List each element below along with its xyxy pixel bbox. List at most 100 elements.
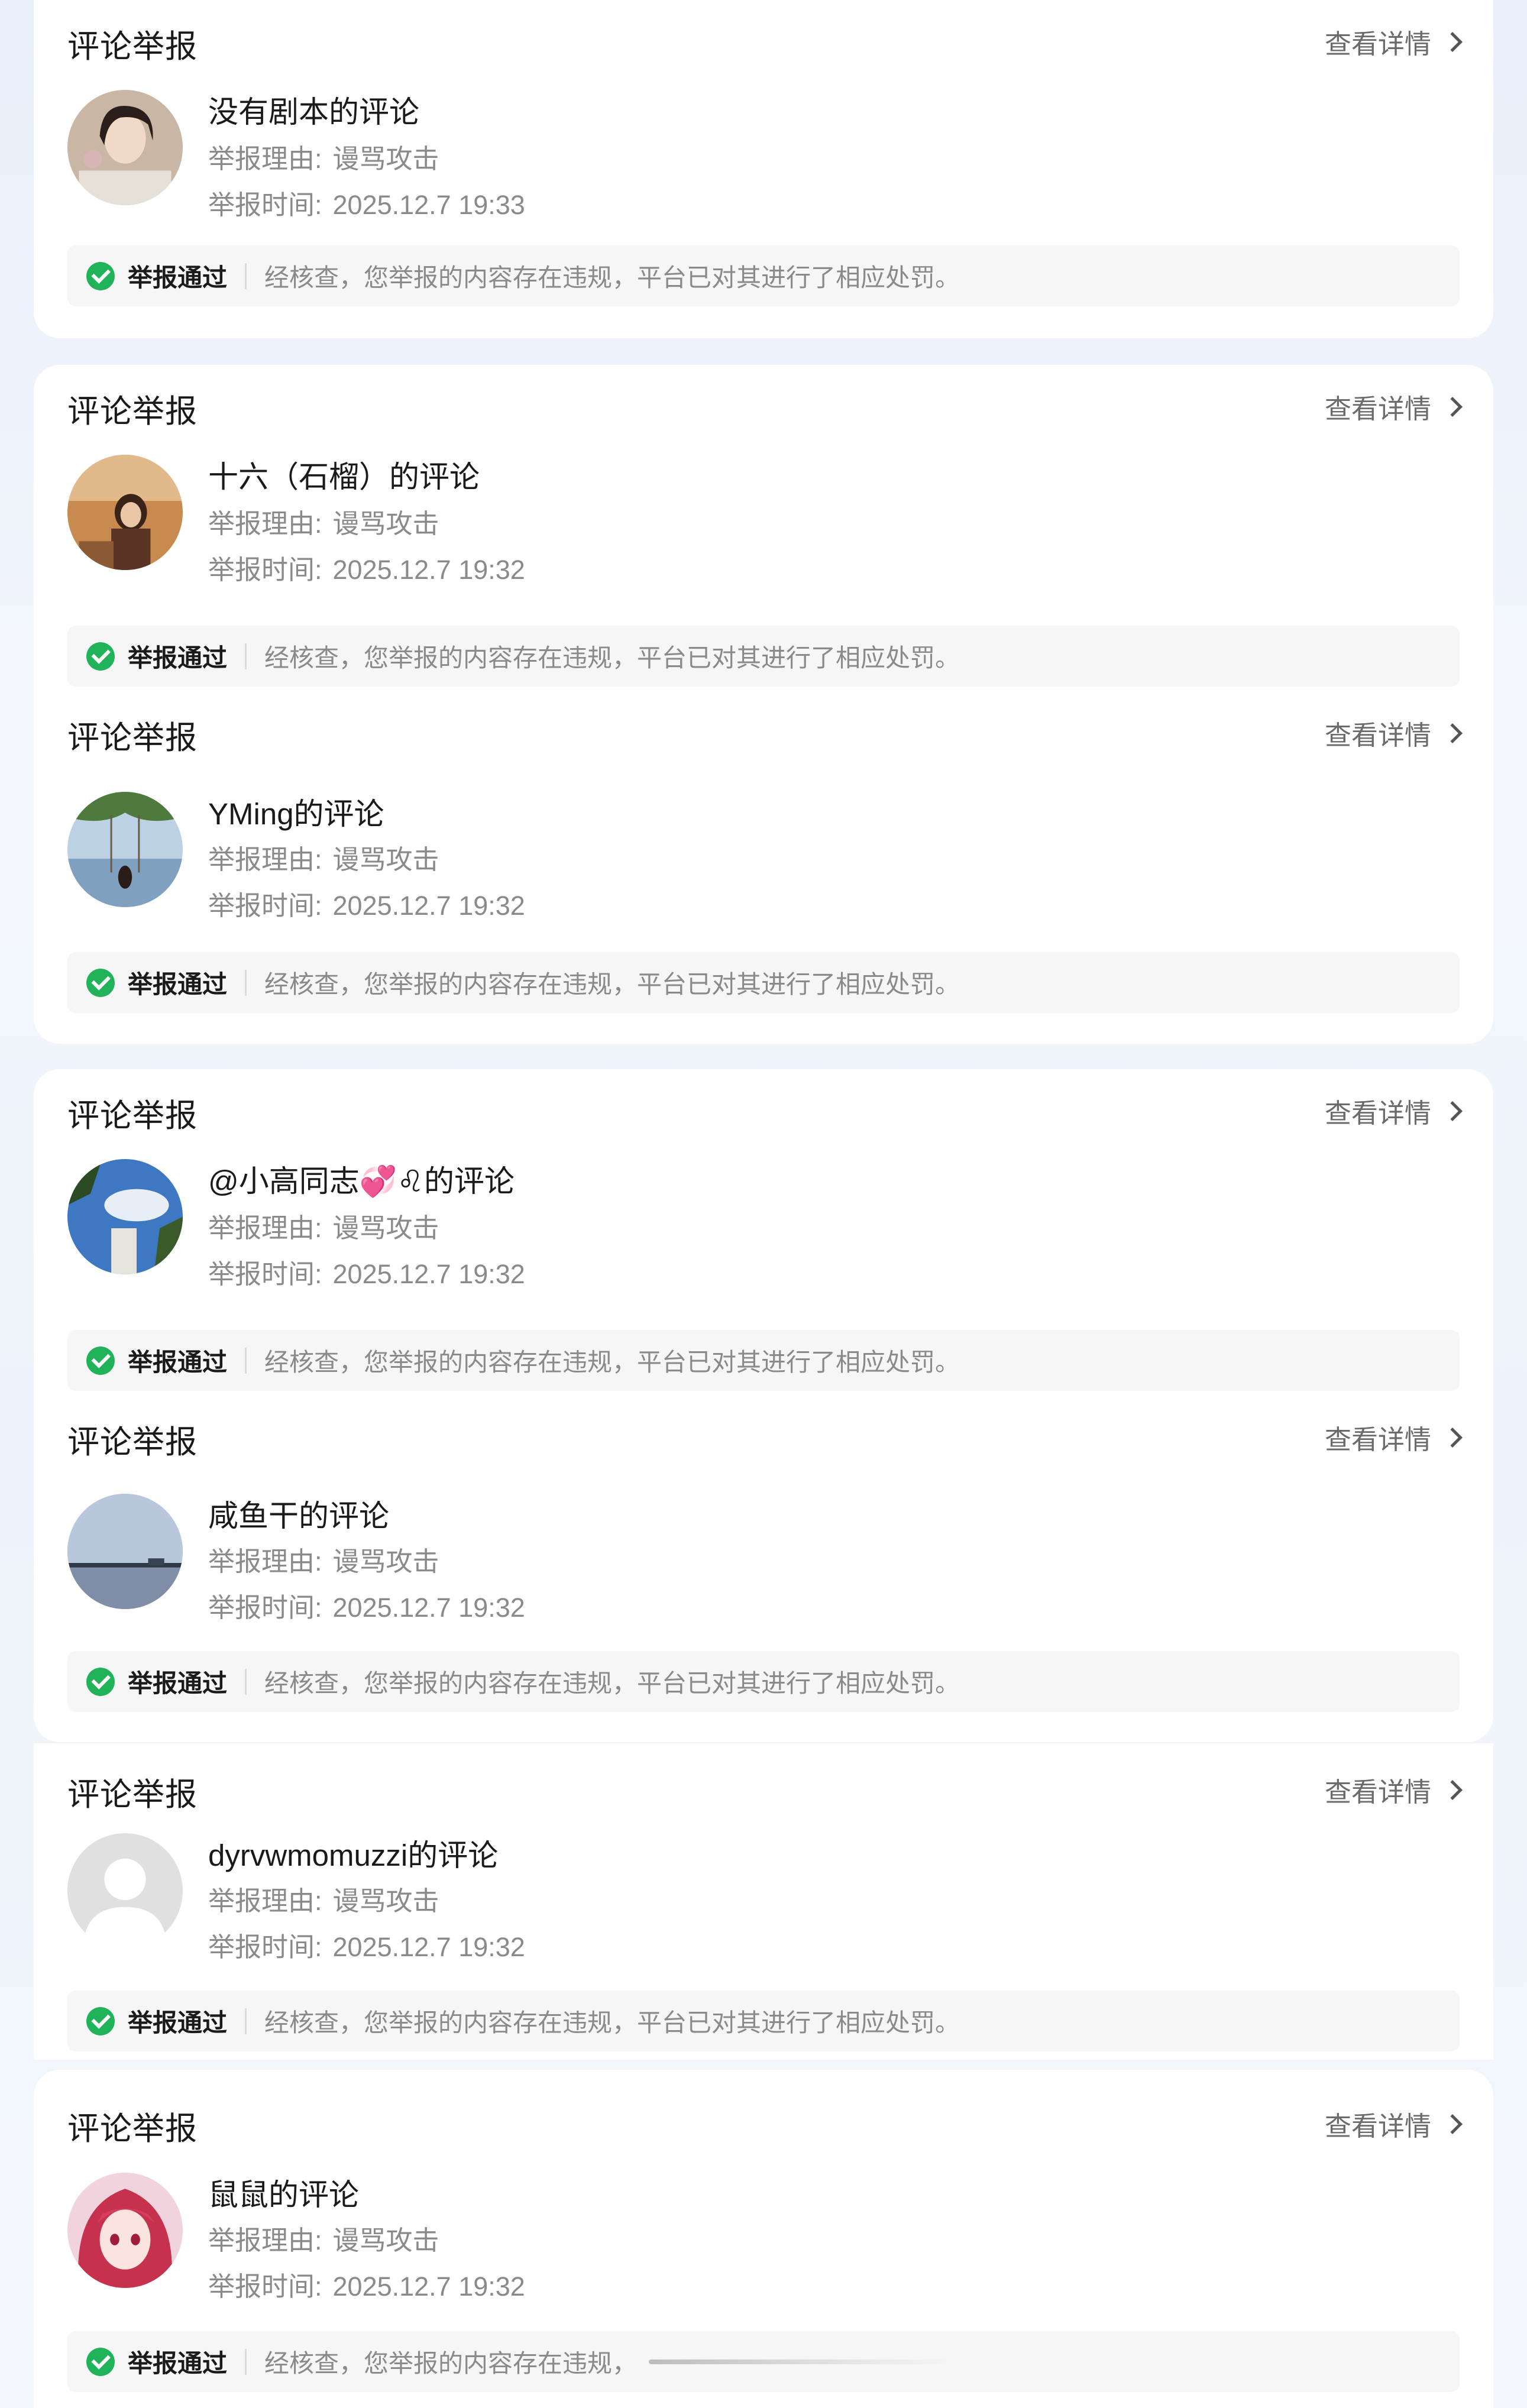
reported-user-name: 十六（石榴）的评论 bbox=[208, 460, 480, 494]
divider bbox=[245, 2348, 247, 2375]
view-details-label: 查看详情 bbox=[1324, 2111, 1431, 2141]
reported-user-name: @小高同志💞♌的评论 bbox=[208, 1164, 515, 1198]
view-details-label: 查看详情 bbox=[1324, 29, 1431, 59]
reason-label: 举报理由: bbox=[208, 2225, 322, 2255]
divider bbox=[245, 1668, 247, 1695]
time-value: 2025.12.7 19:32 bbox=[332, 1259, 525, 1289]
reported-user-name: 鼠鼠的评论 bbox=[208, 2178, 360, 2212]
report-time-row: 举报时间: 2025.12.7 19:32 bbox=[208, 884, 525, 923]
view-details-label: 查看详情 bbox=[1324, 720, 1431, 750]
anime-girl-avatar-icon[interactable] bbox=[67, 2173, 183, 2288]
status-label: 举报通过 bbox=[128, 2349, 228, 2377]
view-details-link[interactable]: 查看详情 bbox=[1324, 387, 1463, 426]
sky-building-avatar-icon[interactable] bbox=[67, 1159, 183, 1274]
status-bar: 举报通过 经核查，您举报的内容存在违规，平台已对其进行了相应处罚。 bbox=[67, 1651, 1460, 1712]
status-bar: 举报通过 经核查，您举报的内容存在违规， bbox=[67, 2331, 1460, 2392]
time-value: 2025.12.7 19:32 bbox=[332, 1932, 525, 1962]
view-details-link[interactable]: 查看详情 bbox=[1324, 2105, 1463, 2143]
time-value: 2025.12.7 19:33 bbox=[332, 190, 525, 220]
time-value: 2025.12.7 19:32 bbox=[332, 1593, 525, 1623]
check-circle-icon bbox=[86, 261, 115, 290]
report-card: 评论举报 查看详情 @小高同志💞♌的评论 举报理由: 谩骂攻击 举报时间: 2025… bbox=[34, 1069, 1493, 1742]
report-card: 评论举报 查看详情 没有剧本的评论 举报理由: 谩骂攻击 举报时间: 2025.12… bbox=[34, 0, 1493, 338]
status-label: 举报通过 bbox=[128, 1669, 228, 1697]
reported-user-name: 没有剧本的评论 bbox=[208, 95, 420, 129]
reason-label: 举报理由: bbox=[208, 144, 322, 174]
report-reason-row: 举报理由: 谩骂攻击 bbox=[208, 137, 439, 176]
status-bar: 举报通过 经核查，您举报的内容存在违规，平台已对其进行了相应处罚。 bbox=[67, 952, 1460, 1013]
view-details-label: 查看详情 bbox=[1324, 1777, 1431, 1807]
report-time-row: 举报时间: 2025.12.7 19:32 bbox=[208, 548, 525, 587]
chevron-right-icon bbox=[1442, 2114, 1463, 2134]
view-details-label: 查看详情 bbox=[1324, 1098, 1431, 1128]
status-text: 经核查，您举报的内容存在违规，平台已对其进行了相应处罚。 bbox=[264, 644, 960, 672]
time-label: 举报时间: bbox=[208, 1932, 322, 1962]
reason-value: 谩骂攻击 bbox=[332, 2225, 439, 2255]
view-details-label: 查看详情 bbox=[1324, 394, 1431, 424]
status-label: 举报通过 bbox=[128, 264, 228, 292]
check-circle-icon bbox=[86, 2347, 115, 2376]
reason-label: 举报理由: bbox=[208, 1213, 322, 1243]
check-circle-icon bbox=[86, 1346, 115, 1375]
divider bbox=[245, 1347, 247, 1374]
status-text: 经核查，您举报的内容存在违规，平台已对其进行了相应处罚。 bbox=[264, 1348, 960, 1376]
divider bbox=[245, 969, 247, 996]
reason-label: 举报理由: bbox=[208, 509, 322, 539]
status-text: 经核查，您举报的内容存在违规，平台已对其进行了相应处罚。 bbox=[264, 1669, 960, 1697]
status-text: 经核查，您举报的内容存在违规，平台已对其进行了相应处罚。 bbox=[264, 970, 960, 998]
reported-user-name: 咸鱼干的评论 bbox=[208, 1499, 390, 1533]
lake-horizon-avatar-icon[interactable] bbox=[67, 1494, 183, 1609]
reason-label: 举报理由: bbox=[208, 1886, 322, 1916]
time-label: 举报时间: bbox=[208, 891, 322, 921]
reason-value: 谩骂攻击 bbox=[332, 1886, 439, 1916]
check-circle-icon bbox=[86, 1667, 115, 1696]
time-label: 举报时间: bbox=[208, 1259, 322, 1289]
card-title: 评论举报 bbox=[67, 1425, 198, 1460]
reported-user-name: dyrvwmomuzzi的评论 bbox=[208, 1839, 499, 1872]
reason-value: 谩骂攻击 bbox=[332, 1213, 439, 1243]
report-reason-row: 举报理由: 谩骂攻击 bbox=[208, 2219, 439, 2257]
report-reason-row: 举报理由: 谩骂攻击 bbox=[208, 502, 439, 540]
reason-value: 谩骂攻击 bbox=[332, 844, 439, 875]
status-text: 经核查，您举报的内容存在违规，平台已对其进行了相应处罚。 bbox=[264, 264, 960, 292]
time-label: 举报时间: bbox=[208, 1593, 322, 1623]
view-details-link[interactable]: 查看详情 bbox=[1324, 22, 1463, 61]
divider bbox=[245, 2008, 247, 2034]
view-details-link[interactable]: 查看详情 bbox=[1324, 1092, 1463, 1130]
status-text: 经核查，您举报的内容存在违规，平台已对其进行了相应处罚。 bbox=[264, 2009, 960, 2037]
chevron-right-icon bbox=[1442, 1427, 1463, 1448]
report-reason-row: 举报理由: 谩骂攻击 bbox=[208, 1879, 439, 1918]
default-user-avatar-icon[interactable] bbox=[67, 1833, 183, 1949]
seaside-swing-avatar-icon[interactable] bbox=[67, 792, 183, 907]
chevron-right-icon bbox=[1442, 31, 1463, 52]
cafe-girl-avatar-icon[interactable] bbox=[67, 455, 183, 570]
status-bar: 举报通过 经核查，您举报的内容存在违规，平台已对其进行了相应处罚。 bbox=[67, 626, 1460, 687]
chevron-right-icon bbox=[1442, 1101, 1463, 1121]
view-details-link[interactable]: 查看详情 bbox=[1324, 1771, 1463, 1809]
divider bbox=[245, 643, 247, 669]
view-details-link[interactable]: 查看详情 bbox=[1324, 714, 1463, 752]
report-time-row: 举报时间: 2025.12.7 19:32 bbox=[208, 1252, 525, 1291]
check-circle-icon bbox=[86, 2006, 115, 2035]
portrait-avatar-icon[interactable] bbox=[67, 90, 183, 205]
chevron-right-icon bbox=[1442, 723, 1463, 743]
report-card: 评论举报 查看详情 十六（石榴）的评论 举报理由: 谩骂攻击 举报时间: 2025.… bbox=[34, 365, 1493, 1044]
time-label: 举报时间: bbox=[208, 190, 322, 220]
card-title: 评论举报 bbox=[67, 2111, 198, 2147]
time-label: 举报时间: bbox=[208, 2271, 322, 2302]
reason-value: 谩骂攻击 bbox=[332, 1546, 439, 1577]
check-circle-icon bbox=[86, 642, 115, 671]
time-value: 2025.12.7 19:32 bbox=[332, 891, 525, 921]
status-label: 举报通过 bbox=[128, 970, 228, 998]
card-title: 评论举报 bbox=[67, 29, 198, 64]
card-title: 评论举报 bbox=[67, 720, 198, 756]
check-circle-icon bbox=[86, 968, 115, 997]
view-details-link[interactable]: 查看详情 bbox=[1325, 1418, 1463, 1457]
status-text: 经核查，您举报的内容存在违规， bbox=[264, 2349, 638, 2377]
time-value: 2025.12.7 19:32 bbox=[332, 2271, 525, 2302]
reason-label: 举报理由: bbox=[208, 844, 322, 875]
reason-value: 谩骂攻击 bbox=[332, 509, 439, 539]
report-time-row: 举报时间: 2025.12.7 19:33 bbox=[208, 183, 525, 222]
status-label: 举报通过 bbox=[128, 644, 228, 672]
divider bbox=[245, 263, 247, 289]
